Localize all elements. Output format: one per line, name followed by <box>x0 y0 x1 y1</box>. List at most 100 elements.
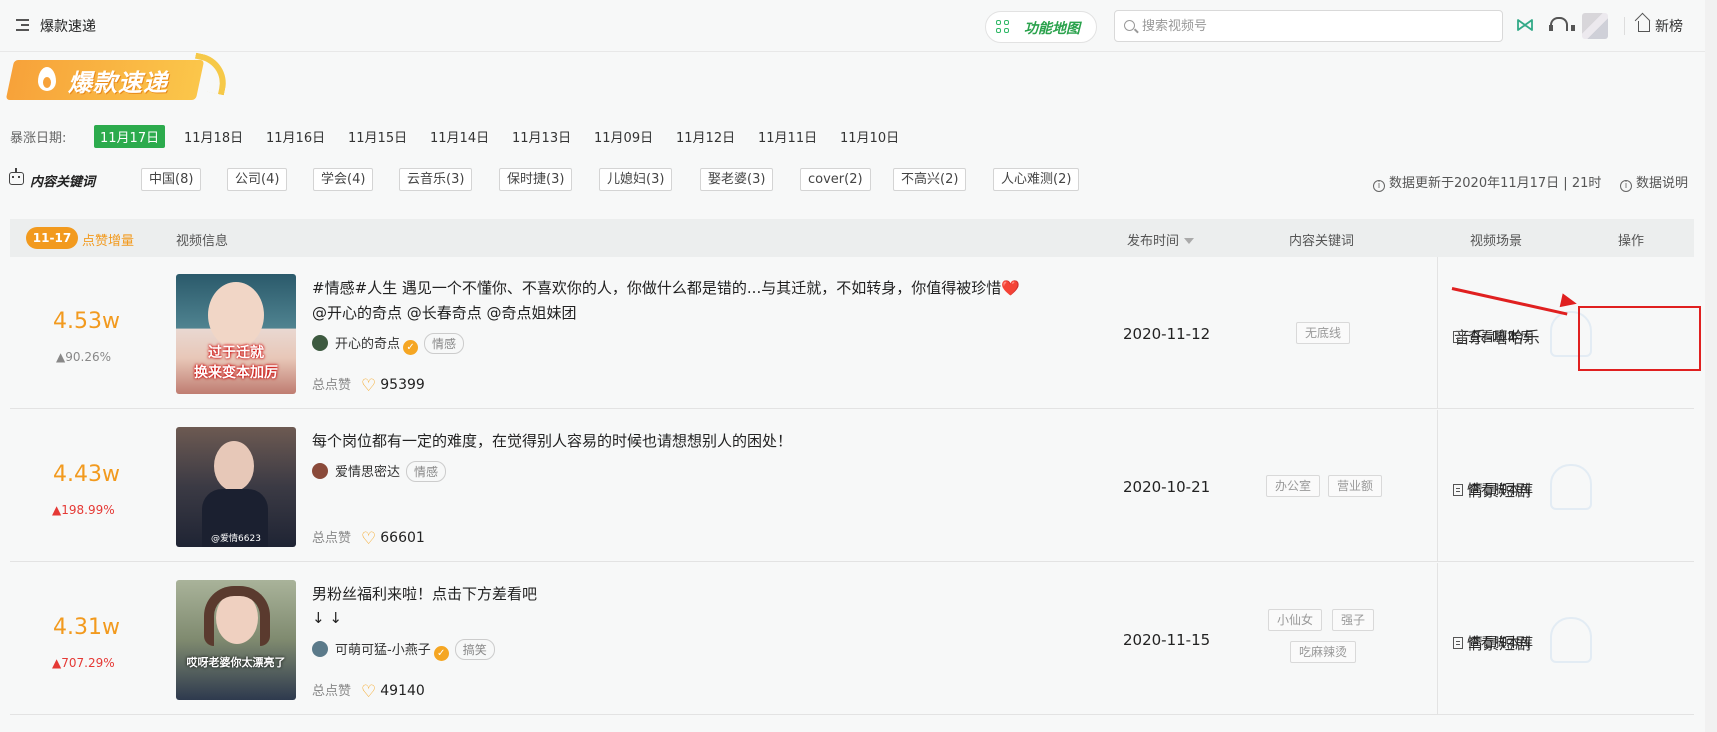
thumbnail-caption: 过于迁就 <box>208 345 264 361</box>
video-title[interactable]: #情感#人生 遇见一个不懂你、不喜欢你的人，你做什么都是错的...与其迁就，不如… <box>312 277 1020 298</box>
col-content-keywords: 内容关键词 <box>1289 234 1355 249</box>
heart-icon: ♡ <box>361 529 377 549</box>
likes-increase: 4.31w <box>53 615 120 640</box>
col-video-info: 视频信息 <box>176 234 229 249</box>
robot-icon <box>9 168 24 185</box>
scene-decoration-icon <box>1550 617 1592 663</box>
table-row: 4.31w ▲707.29% 哎呀老婆你太漂亮了 男粉丝福利来啦！点击下方差看吧… <box>10 563 1694 715</box>
content-keyword-tag[interactable]: 强子 <box>1332 609 1375 631</box>
video-thumbnail[interactable]: 哎呀老婆你太漂亮了 <box>176 580 296 700</box>
content-keyword-tag[interactable]: 营业额 <box>1328 475 1383 497</box>
keyword-chip[interactable]: 中国(8) <box>141 168 202 191</box>
scene-decoration-icon <box>1550 464 1592 510</box>
search-input[interactable] <box>1142 16 1492 36</box>
publish-date: 2020-11-15 <box>1123 631 1211 649</box>
date-tab[interactable]: 11月13日 <box>512 127 571 146</box>
keyword-chip[interactable]: 公司(4) <box>227 168 288 191</box>
scrollbar[interactable] <box>1705 0 1717 732</box>
total-likes-label: 总点赞 <box>312 684 352 699</box>
butterfly-icon[interactable] <box>1516 16 1534 34</box>
view-script-button[interactable]: 查看脚本库 <box>1453 479 1533 498</box>
flame-icon <box>38 67 56 91</box>
date-tab[interactable]: 11月14日 <box>430 127 489 146</box>
keyword-chip[interactable]: 儿媳妇(3) <box>599 168 673 191</box>
top-bar: 爆款速递 功能地图 新榜 <box>0 0 1717 52</box>
document-icon <box>1453 637 1463 649</box>
headset-icon[interactable] <box>1549 16 1575 34</box>
col-publish-time[interactable]: 发布时间 <box>1127 230 1195 249</box>
video-title[interactable]: 每个岗位都有一定的难度，在觉得别人容易的时候也请想想别人的困处！ <box>312 430 792 451</box>
total-likes: 总点赞 ♡ 66601 <box>312 527 425 549</box>
author[interactable]: 开心的奇点 ✓ 情感 <box>312 333 465 355</box>
author-name: 开心的奇点 <box>335 337 401 352</box>
page-title: 爆款速递 <box>40 19 96 35</box>
publish-time-label: 发布时间 <box>1127 234 1180 249</box>
thumbnail-caption: 哎呀老婆你太漂亮了 <box>186 656 286 669</box>
keyword-chip[interactable]: 不高兴(2) <box>893 168 967 191</box>
date-tab[interactable]: 11月09日 <box>594 127 653 146</box>
sort-down-icon[interactable] <box>1184 238 1195 244</box>
date-tab[interactable]: 11月17日 <box>94 125 166 148</box>
keyword-chip[interactable]: 娶老婆(3) <box>700 168 774 191</box>
search-box[interactable] <box>1114 10 1503 42</box>
menu-collapse-icon[interactable] <box>16 19 29 31</box>
category-tag: 情感 <box>424 333 465 354</box>
col-action: 操作 <box>1618 234 1645 249</box>
data-explain-link[interactable]: i 数据说明 <box>1620 172 1689 192</box>
banner-decoration <box>188 52 232 96</box>
video-title-arrows: ↓ ↓ <box>312 609 342 627</box>
date-tab[interactable]: 11月18日 <box>184 127 243 146</box>
content-keyword-tag[interactable]: 办公室 <box>1266 475 1321 497</box>
avatar[interactable] <box>1582 13 1608 39</box>
data-explain-text: 数据说明 <box>1636 176 1689 191</box>
date-tab[interactable]: 11月11日 <box>758 127 817 146</box>
increase-percent: ▲198.99% <box>52 503 115 517</box>
author-avatar <box>312 335 328 351</box>
keyword-chip[interactable]: 学会(4) <box>313 168 374 191</box>
video-title[interactable]: 男粉丝福利来啦！点击下方差看吧 <box>312 583 537 604</box>
category-tag: 搞笑 <box>454 639 495 660</box>
date-tab[interactable]: 11月10日 <box>840 127 899 146</box>
content-keyword-tag[interactable]: 小仙女 <box>1268 609 1323 631</box>
content-keyword-tag[interactable]: 吃麻辣烫 <box>1290 641 1357 663</box>
table-row: 4.43w ▲198.99% @爱情6623 每个岗位都有一定的难度，在觉得别人… <box>10 410 1694 562</box>
video-thumbnail[interactable]: @爱情6623 <box>176 427 296 547</box>
info-icon: i <box>1620 180 1632 192</box>
video-thumbnail[interactable]: 过于迁就 换来变本加厉 <box>176 274 296 394</box>
content-keyword-tag[interactable]: 无底线 <box>1296 322 1351 344</box>
date-tab[interactable]: 11月15日 <box>348 127 407 146</box>
keyword-chip[interactable]: cover(2) <box>800 168 871 191</box>
author[interactable]: 可萌可猛-小燕子 ✓ 搞笑 <box>312 639 495 661</box>
keywords-label: 内容关键词 <box>30 175 96 190</box>
increase-percent: ▲90.26% <box>56 350 111 364</box>
date-tab[interactable]: 11月12日 <box>676 127 735 146</box>
view-script-button[interactable]: 查看脚本库 <box>1453 326 1533 345</box>
keyword-chip[interactable]: 人心难测(2) <box>993 168 1080 191</box>
col-likes-increase[interactable]: 点赞增量 <box>82 230 134 249</box>
likes-increase: 4.53w <box>53 309 120 334</box>
keyword-chip[interactable]: 保时捷(3) <box>499 168 573 191</box>
function-map-button[interactable]: 功能地图 <box>985 11 1097 43</box>
video-title-mentions[interactable]: @开心的奇点 @长春奇点 @奇点姐妹团 <box>312 302 577 323</box>
document-icon <box>1453 331 1463 343</box>
banner: 爆款速递 <box>5 52 232 102</box>
date-label: 暴涨日期: <box>10 131 67 146</box>
divider <box>1624 17 1625 35</box>
col-video-scene: 视频场景 <box>1470 234 1523 249</box>
category-tag: 情感 <box>406 461 447 482</box>
verified-icon: ✓ <box>403 340 419 355</box>
view-script-button[interactable]: 查看脚本库 <box>1453 632 1533 651</box>
date-badge: 11-17 <box>26 227 78 249</box>
date-tab[interactable]: 11月16日 <box>266 127 325 146</box>
update-info-text: 数据更新于2020年11月17日 | 21时 <box>1389 176 1602 191</box>
thumbnail-caption: @爱情6623 <box>211 534 261 544</box>
author-name: 可萌可猛-小燕子 <box>335 643 431 658</box>
divider <box>1437 563 1438 715</box>
author-avatar <box>312 463 328 479</box>
author[interactable]: 爱情思密达 情感 <box>312 461 447 482</box>
keyword-chip[interactable]: 云音乐(3) <box>399 168 473 191</box>
new-rank-link[interactable]: 新榜 <box>1638 16 1683 36</box>
heart-icon: ♡ <box>361 682 377 702</box>
divider <box>1437 410 1438 562</box>
document-icon <box>1453 484 1463 496</box>
